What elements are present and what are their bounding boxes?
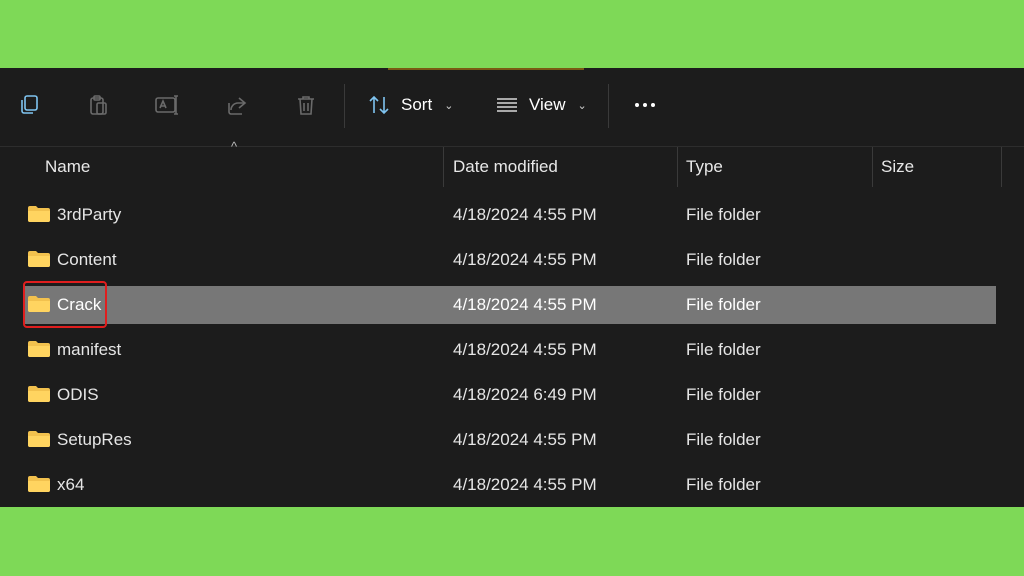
file-name: x64 xyxy=(57,475,85,494)
file-row[interactable]: SetupRes 4/18/2024 4:55 PM File folder xyxy=(24,421,996,459)
more-options-icon[interactable] xyxy=(630,90,660,120)
file-row[interactable]: Content 4/18/2024 4:55 PM File folder xyxy=(24,241,996,279)
folder-icon xyxy=(28,431,50,447)
sort-icon xyxy=(369,95,389,115)
toolbar-separator xyxy=(608,84,609,128)
copy-icon[interactable] xyxy=(14,90,44,120)
file-name: ODIS xyxy=(57,385,99,404)
file-type: File folder xyxy=(686,430,761,449)
command-bar: Sort ⌄ View ⌄ xyxy=(0,68,1024,147)
file-name: Content xyxy=(57,250,117,269)
column-divider[interactable] xyxy=(443,147,444,187)
folder-icon xyxy=(28,386,50,402)
column-header-type[interactable]: Type xyxy=(686,157,723,177)
file-type: File folder xyxy=(686,340,761,359)
file-date: 4/18/2024 4:55 PM xyxy=(453,475,597,494)
column-header-size[interactable]: Size xyxy=(881,157,914,177)
file-date: 4/18/2024 4:55 PM xyxy=(453,430,597,449)
column-divider[interactable] xyxy=(677,147,678,187)
sort-ascending-icon: ^ xyxy=(231,139,238,154)
view-label: View xyxy=(529,95,566,114)
file-date: 4/18/2024 4:55 PM xyxy=(453,295,597,314)
file-type: File folder xyxy=(686,205,761,224)
file-type: File folder xyxy=(686,475,761,494)
file-row-selected[interactable]: Crack 4/18/2024 4:55 PM File folder xyxy=(24,286,996,324)
file-date: 4/18/2024 4:55 PM xyxy=(453,250,597,269)
file-date: 4/18/2024 4:55 PM xyxy=(453,340,597,359)
sort-label: Sort xyxy=(401,95,433,114)
highlight-annotation-box xyxy=(23,281,107,328)
sort-button[interactable]: Sort ⌄ xyxy=(367,90,453,120)
paste-icon[interactable] xyxy=(83,90,113,120)
delete-icon[interactable] xyxy=(291,90,321,120)
view-button[interactable]: View ⌄ xyxy=(495,90,587,120)
column-divider[interactable] xyxy=(872,147,873,187)
folder-icon xyxy=(28,206,50,222)
file-row[interactable]: x64 4/18/2024 4:55 PM File folder xyxy=(24,466,996,504)
share-icon[interactable] xyxy=(222,90,252,120)
file-row[interactable]: ODIS 4/18/2024 6:49 PM File folder xyxy=(24,376,996,414)
column-header-row: ^ Name Date modified Type Size xyxy=(0,139,1024,187)
column-header-name[interactable]: Name xyxy=(45,157,90,177)
file-row[interactable]: 3rdParty 4/18/2024 4:55 PM File folder xyxy=(24,196,996,234)
folder-icon xyxy=(28,251,50,267)
file-type: File folder xyxy=(686,250,761,269)
file-row[interactable]: manifest 4/18/2024 4:55 PM File folder xyxy=(24,331,996,369)
column-header-date-modified[interactable]: Date modified xyxy=(453,157,558,177)
file-name: 3rdParty xyxy=(57,205,122,224)
file-type: File folder xyxy=(686,295,761,314)
chevron-down-icon: ⌄ xyxy=(577,99,587,112)
file-name: manifest xyxy=(57,340,122,359)
rename-icon[interactable] xyxy=(152,90,182,120)
column-divider[interactable] xyxy=(1001,147,1002,187)
file-date: 4/18/2024 4:55 PM xyxy=(453,205,597,224)
file-type: File folder xyxy=(686,385,761,404)
file-date: 4/18/2024 6:49 PM xyxy=(453,385,597,404)
folder-icon xyxy=(28,476,50,492)
file-name: SetupRes xyxy=(57,430,132,449)
chevron-down-icon: ⌄ xyxy=(444,99,454,112)
toolbar-separator xyxy=(344,84,345,128)
file-explorer-window: Sort ⌄ View ⌄ ^ Name Date modified Type … xyxy=(0,68,1024,507)
folder-icon xyxy=(28,341,50,357)
view-list-icon xyxy=(497,98,517,112)
